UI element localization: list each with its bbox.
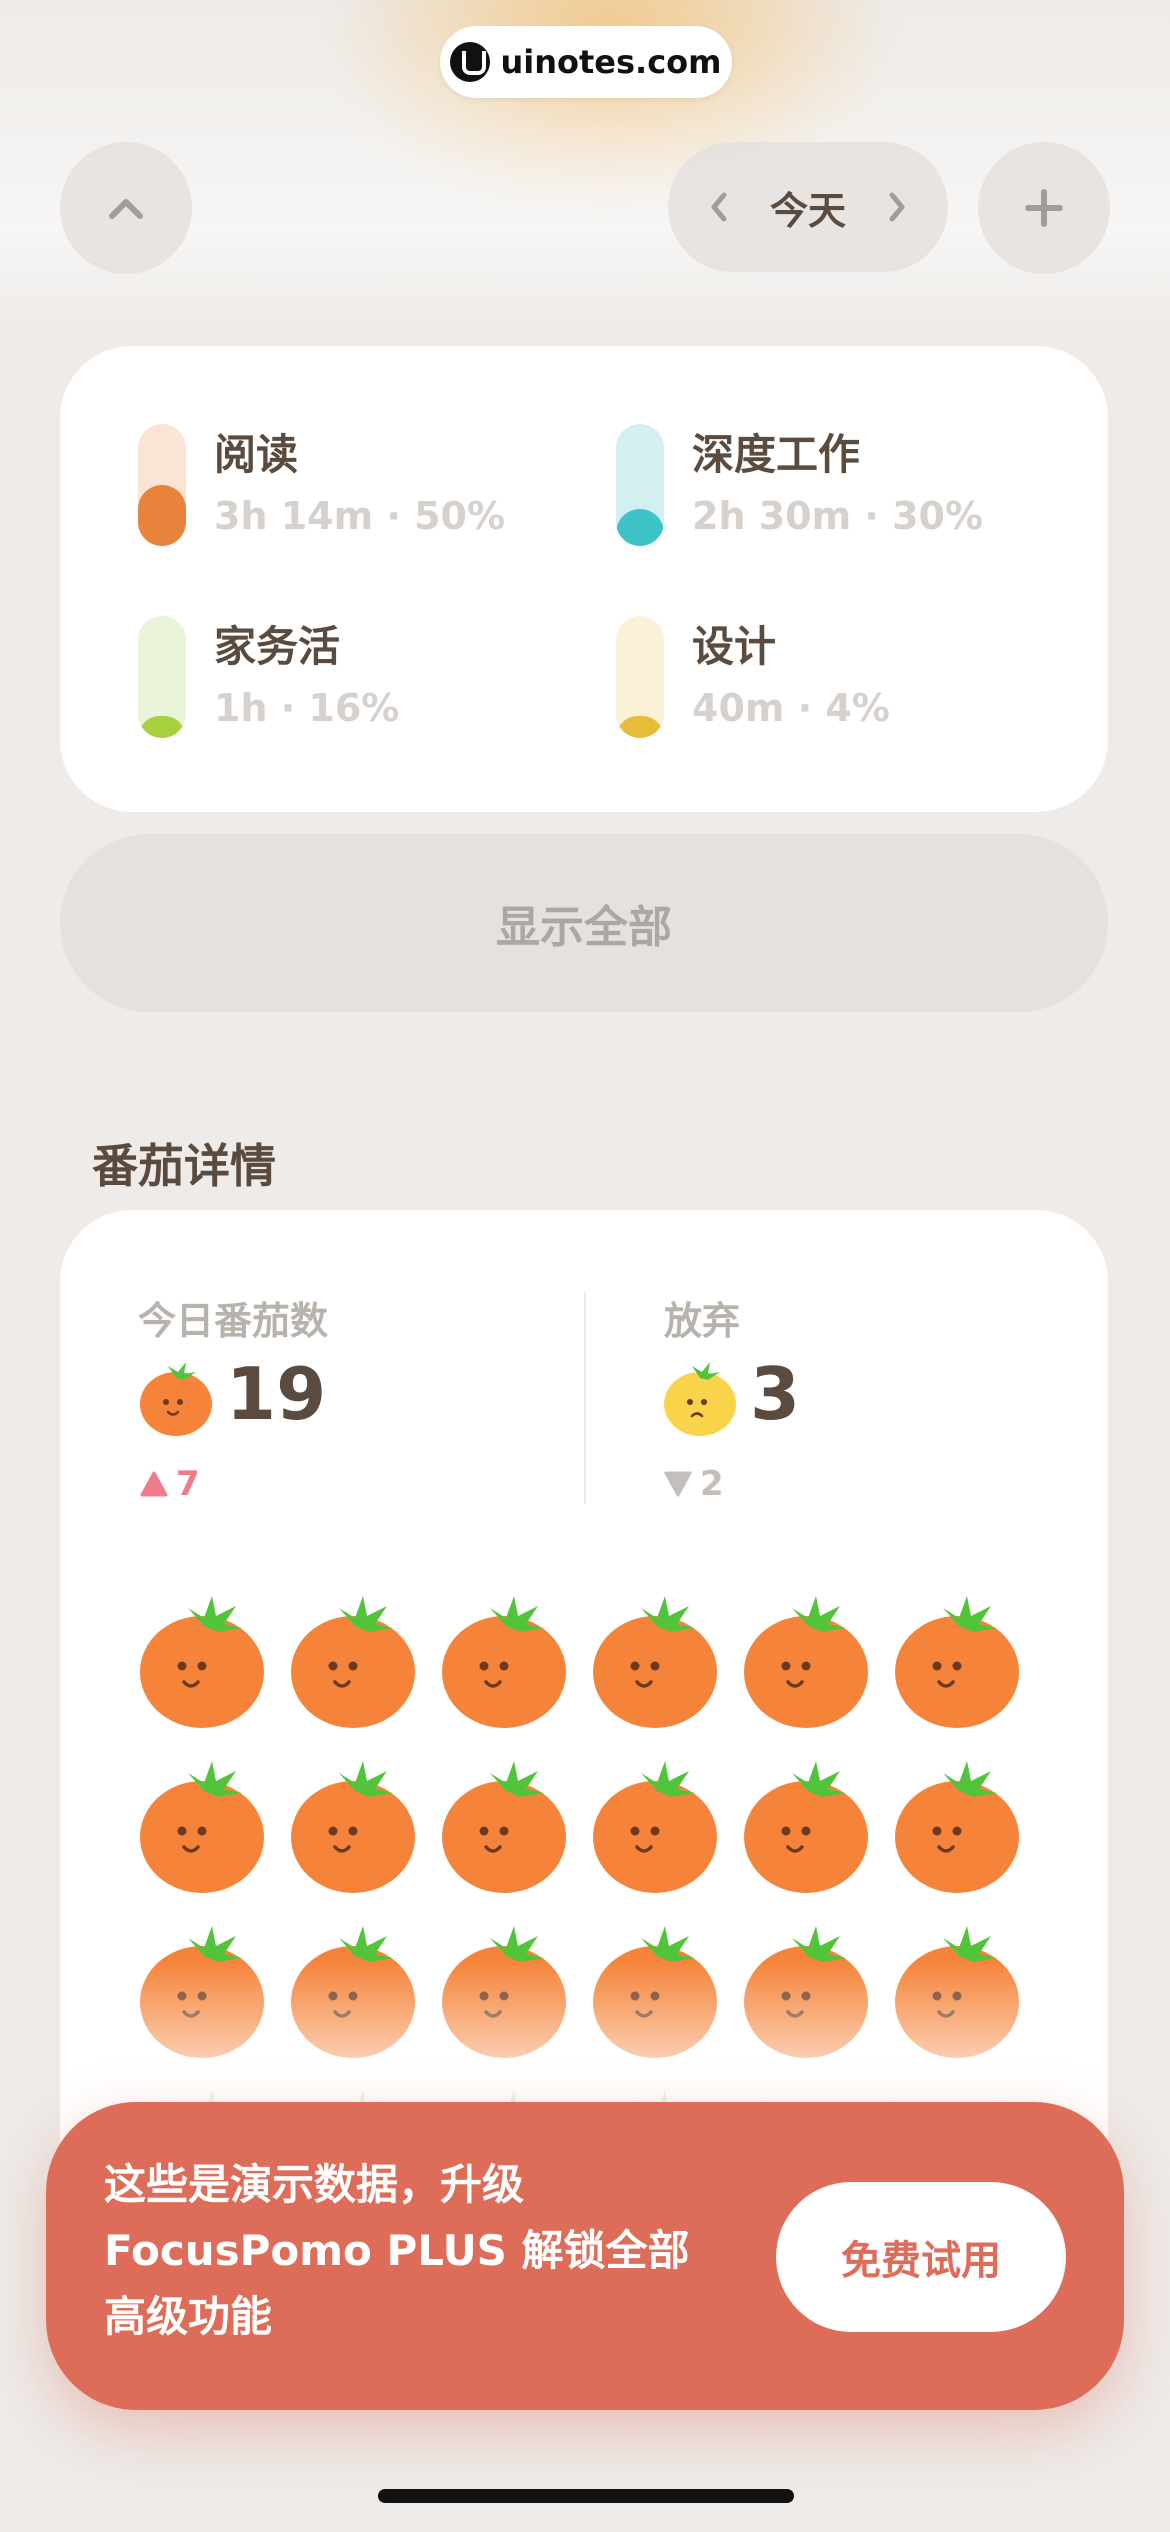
- category-progress-pill: [616, 424, 664, 546]
- tomato-item: [742, 1757, 874, 1897]
- category-name: 阅读: [214, 430, 299, 479]
- triangle-up-icon: [140, 1471, 168, 1497]
- watermark: uinotes.com: [440, 26, 732, 98]
- tomato-icon: [593, 1596, 717, 1728]
- upgrade-banner-line: 高级功能: [104, 2292, 273, 2341]
- category-name: 深度工作: [692, 430, 861, 479]
- home-indicator[interactable]: [378, 2489, 794, 2503]
- category-name: 家务活: [214, 622, 341, 671]
- category-progress-fill: [138, 485, 186, 546]
- category-stat: 3h 14m · 50%: [214, 494, 506, 538]
- tomato-icon: [291, 1596, 415, 1728]
- category-progress-pill: [616, 616, 664, 738]
- chevron-left-icon[interactable]: [704, 187, 734, 227]
- tomato-item: [138, 1757, 270, 1897]
- tomato-item: [289, 1757, 421, 1897]
- date-label: 今天: [769, 188, 846, 233]
- category-summary-card: [60, 346, 1108, 812]
- tomato-item: [591, 1592, 723, 1732]
- tomato-item: [440, 1592, 572, 1732]
- tomato-item: [440, 1757, 572, 1897]
- collapse-button[interactable]: [60, 142, 192, 274]
- tomato-item: [742, 1592, 874, 1732]
- tomato-icon: [593, 1761, 717, 1893]
- show-all-button[interactable]: 显示全部: [60, 834, 1108, 1012]
- category-item[interactable]: 阅读 3h 14m · 50%: [138, 424, 505, 548]
- free-trial-button[interactable]: 免费试用: [776, 2182, 1066, 2332]
- tomato-icon: [744, 1761, 868, 1893]
- watermark-text: uinotes.com: [500, 43, 722, 81]
- today-delta: 7: [140, 1464, 200, 1504]
- chevron-up-icon: [109, 199, 143, 219]
- tomato-icon: [895, 1761, 1019, 1893]
- chevron-right-icon[interactable]: [882, 187, 912, 227]
- category-stat: 1h · 16%: [214, 686, 400, 730]
- plus-icon: [1025, 189, 1063, 227]
- upgrade-banner-line: FocusPomo PLUS 解锁全部: [104, 2226, 690, 2275]
- abandon-delta: 2: [664, 1464, 724, 1504]
- category-item[interactable]: 家务活 1h · 16%: [138, 616, 399, 740]
- tomato-icon: [442, 1596, 566, 1728]
- today-count-label: 今日番茄数: [138, 1299, 329, 1343]
- triangle-down-icon: [664, 1471, 692, 1497]
- tomato-item: [289, 1592, 421, 1732]
- category-progress-pill: [138, 424, 186, 546]
- today-count-value: 19: [226, 1352, 327, 1436]
- tomato-icon: [140, 1362, 212, 1436]
- today-delta-value: 7: [176, 1464, 200, 1504]
- category-stat: 2h 30m · 30%: [692, 494, 984, 538]
- tomato-item: [138, 1592, 270, 1732]
- abandoned-tomato-icon: [664, 1362, 736, 1436]
- add-button[interactable]: [978, 142, 1110, 274]
- tomato-icon: [291, 1761, 415, 1893]
- category-progress-fill: [616, 509, 664, 546]
- category-progress-fill: [616, 716, 664, 738]
- category-progress-pill: [138, 616, 186, 738]
- category-item[interactable]: 设计 40m · 4%: [616, 616, 890, 740]
- tomato-item: [893, 1757, 1025, 1897]
- tomato-icon: [895, 1596, 1019, 1728]
- category-progress-fill: [138, 716, 186, 738]
- section-title: 番茄详情: [92, 1139, 276, 1193]
- date-selector[interactable]: 今天: [668, 142, 948, 272]
- tomato-icon: [140, 1596, 264, 1728]
- category-name: 设计: [692, 622, 777, 671]
- tomato-item: [893, 1592, 1025, 1732]
- abandon-label: 放弃: [664, 1299, 741, 1343]
- tomato-icon: [442, 1761, 566, 1893]
- stats-divider: [584, 1292, 586, 1504]
- tomato-item: [591, 1757, 723, 1897]
- abandon-delta-value: 2: [700, 1464, 724, 1504]
- tomato-icon: [744, 1596, 868, 1728]
- upgrade-banner-line: 这些是演示数据，升级: [104, 2160, 525, 2209]
- upgrade-banner-text: 这些是演示数据，升级 FocusPomo PLUS 解锁全部 高级功能: [104, 2152, 744, 2350]
- category-item[interactable]: 深度工作 2h 30m · 30%: [616, 424, 983, 548]
- uinotes-logo-icon: [450, 42, 491, 82]
- abandon-value: 3: [750, 1352, 801, 1436]
- category-stat: 40m · 4%: [692, 686, 890, 730]
- tomato-icon: [140, 1761, 264, 1893]
